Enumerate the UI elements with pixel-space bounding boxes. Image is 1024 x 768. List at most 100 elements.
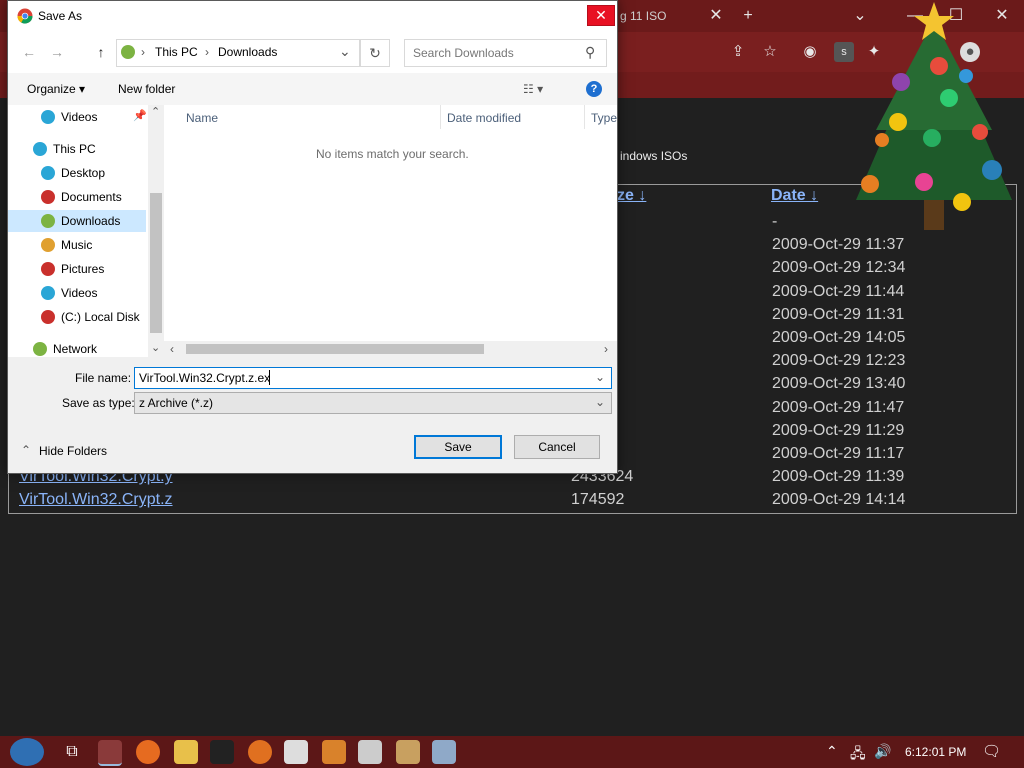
listing-file-date: 2009-Oct-29 11:47	[772, 398, 905, 416]
empty-results-message: No items match your search.	[316, 147, 469, 161]
taskbar-app-icon[interactable]	[284, 740, 308, 764]
listing-file-date: 2009-Oct-29 14:05	[772, 329, 906, 346]
dialog-command-bar: Organize ▾ New folder ☷ ▾ ?	[8, 73, 617, 105]
back-arrow-icon[interactable]: ←	[20, 44, 38, 60]
downloads-location-icon	[121, 45, 135, 59]
bookmark-star-icon[interactable]: ☆	[760, 42, 780, 62]
dialog-body: Videos 📌 This PC Desktop Documents Downloads M…	[8, 105, 617, 357]
nav-item-documents[interactable]: Documents	[8, 186, 146, 208]
taskbar-app-icon[interactable]	[322, 740, 346, 764]
volume-icon[interactable]: 🔊	[874, 743, 891, 760]
column-date-modified-header[interactable]: Date modified	[447, 111, 521, 125]
nav-item-label: Videos	[61, 110, 98, 124]
pin-icon: 📌	[133, 110, 147, 122]
navigation-pane: Videos 📌 This PC Desktop Documents Downloads M…	[8, 105, 148, 357]
save-as-type-select[interactable]: z Archive (*.z) ⌄	[134, 392, 612, 414]
cancel-button[interactable]: Cancel	[514, 435, 600, 459]
taskbar-search-app-icon[interactable]	[248, 740, 272, 764]
extension-flag-icon[interactable]: ◉	[800, 42, 820, 62]
refresh-button[interactable]: ↻	[360, 39, 390, 67]
taskbar-app-icon[interactable]	[396, 740, 420, 764]
column-name-header[interactable]: Name	[186, 111, 218, 125]
search-icon: ⚲	[585, 44, 596, 60]
file-list-hscrollbar[interactable]: ‹ ›	[164, 341, 617, 357]
hide-folders-chevron-icon[interactable]: ⌃	[21, 443, 31, 457]
dialog-title-bar[interactable]: Save As ✕	[8, 1, 617, 31]
navigation-scrollbar[interactable]: ⌃ ⌄	[148, 105, 164, 357]
scroll-up-icon[interactable]: ⌃	[151, 105, 160, 118]
file-list-scroll-thumb[interactable]	[186, 344, 484, 354]
start-button[interactable]	[10, 738, 44, 766]
share-icon[interactable]: ⇪	[728, 42, 748, 62]
file-list-pane: Name Date modified Type No items match y…	[164, 105, 617, 357]
nav-item-label: Desktop	[61, 166, 106, 180]
taskbar-app-icon[interactable]	[358, 740, 382, 764]
christmas-tree-decoration	[856, 2, 1012, 230]
nav-item-desktop[interactable]: Desktop	[8, 162, 146, 184]
nav-item-c-local-disk[interactable]: (C:) Local Disk	[8, 306, 146, 328]
nav-item-this-pc[interactable]: This PC	[8, 138, 146, 160]
save-as-dialog: Save As ✕ ← → ↑ › This PC › Downloads ⌄ …	[7, 0, 618, 474]
nav-item-label: This PC	[53, 142, 96, 156]
address-bar[interactable]: › This PC › Downloads ⌄	[116, 39, 360, 67]
breadcrumb-this-pc[interactable]: This PC	[155, 45, 198, 59]
new-folder-button[interactable]: New folder	[118, 82, 175, 96]
column-size-header[interactable]: ze ↓	[617, 187, 646, 205]
listing-file-date: 2009-Oct-29 12:23	[772, 352, 906, 370]
navigation-scroll-thumb[interactable]	[150, 193, 162, 333]
column-type-header[interactable]: Type	[591, 111, 617, 125]
tray-overflow-chevron-icon[interactable]: ⌃	[826, 743, 838, 760]
nav-item-videos[interactable]: Videos 📌	[8, 106, 147, 128]
nav-item-music[interactable]: Music	[8, 234, 146, 256]
folder-icon	[33, 342, 47, 356]
nav-item-label: Pictures	[61, 262, 105, 276]
nav-item-pictures[interactable]: Pictures	[8, 258, 146, 280]
listing-file-date: 2009-Oct-29 11:44	[772, 282, 905, 300]
address-dropdown-icon[interactable]: ⌄	[339, 43, 351, 60]
notifications-icon[interactable]: 🗨	[982, 742, 1001, 760]
column-divider[interactable]	[440, 105, 441, 129]
file-name-field[interactable]: VirTool.Win32.Crypt.z.ex ⌄	[134, 367, 612, 389]
organize-menu-button[interactable]: Organize ▾	[27, 82, 85, 96]
listing-file-name[interactable]: VirTool.Win32.Crypt.z	[19, 491, 173, 509]
hide-folders-button[interactable]: Hide Folders	[39, 444, 107, 458]
folder-icon	[33, 142, 47, 156]
save-button[interactable]: Save	[414, 435, 502, 459]
nav-item-downloads[interactable]: Downloads	[8, 210, 146, 232]
nav-item-label: Videos	[61, 286, 98, 300]
search-downloads-input[interactable]: Search Downloads ⚲	[404, 39, 607, 67]
scroll-left-icon[interactable]: ‹	[170, 342, 174, 356]
taskbar-terminal-icon[interactable]	[210, 740, 234, 764]
network-icon[interactable]: 🖧	[850, 743, 866, 767]
taskbar-explorer-icon[interactable]	[174, 740, 198, 764]
scroll-right-icon[interactable]: ›	[604, 342, 608, 356]
task-view-icon[interactable]: ⧉	[60, 740, 84, 764]
folder-icon	[41, 310, 55, 324]
dialog-close-button[interactable]: ✕	[587, 5, 615, 26]
listing-file-date: 2009-Oct-29 11:17	[772, 445, 905, 462]
save-type-dropdown-icon[interactable]: ⌄	[595, 395, 605, 409]
column-date-header[interactable]: Date ↓	[771, 187, 818, 205]
taskbar-clock[interactable]: 6:12:01 PM	[905, 745, 966, 759]
folder-icon	[41, 286, 55, 300]
nav-item-label: Documents	[61, 190, 122, 204]
chrome-icon	[17, 8, 33, 24]
bookmark-windows-isos[interactable]: indows ISOs	[620, 149, 687, 163]
nav-item-videos[interactable]: Videos	[8, 282, 146, 304]
file-name-dropdown-icon[interactable]: ⌄	[595, 370, 605, 384]
listing-file-date: 2009-Oct-29 12:34	[772, 259, 906, 277]
up-arrow-icon[interactable]: ↑	[92, 44, 110, 60]
taskbar-app-icon[interactable]	[432, 740, 456, 764]
breadcrumb-downloads[interactable]: Downloads	[218, 45, 277, 59]
dialog-title: Save As	[38, 9, 83, 23]
view-options-icon[interactable]: ☷ ▾	[523, 82, 543, 96]
help-icon[interactable]: ?	[586, 81, 602, 97]
browser-tab-title[interactable]: g 11 ISO	[620, 9, 666, 23]
column-divider[interactable]	[584, 105, 585, 129]
new-tab-button[interactable]: +	[728, 4, 768, 28]
scroll-down-icon[interactable]: ⌄	[151, 341, 160, 354]
taskbar-firefox-icon[interactable]	[136, 740, 160, 764]
taskbar-chrome-icon[interactable]	[98, 740, 122, 766]
forward-arrow-icon[interactable]: →	[48, 44, 66, 60]
folder-icon	[41, 166, 55, 180]
